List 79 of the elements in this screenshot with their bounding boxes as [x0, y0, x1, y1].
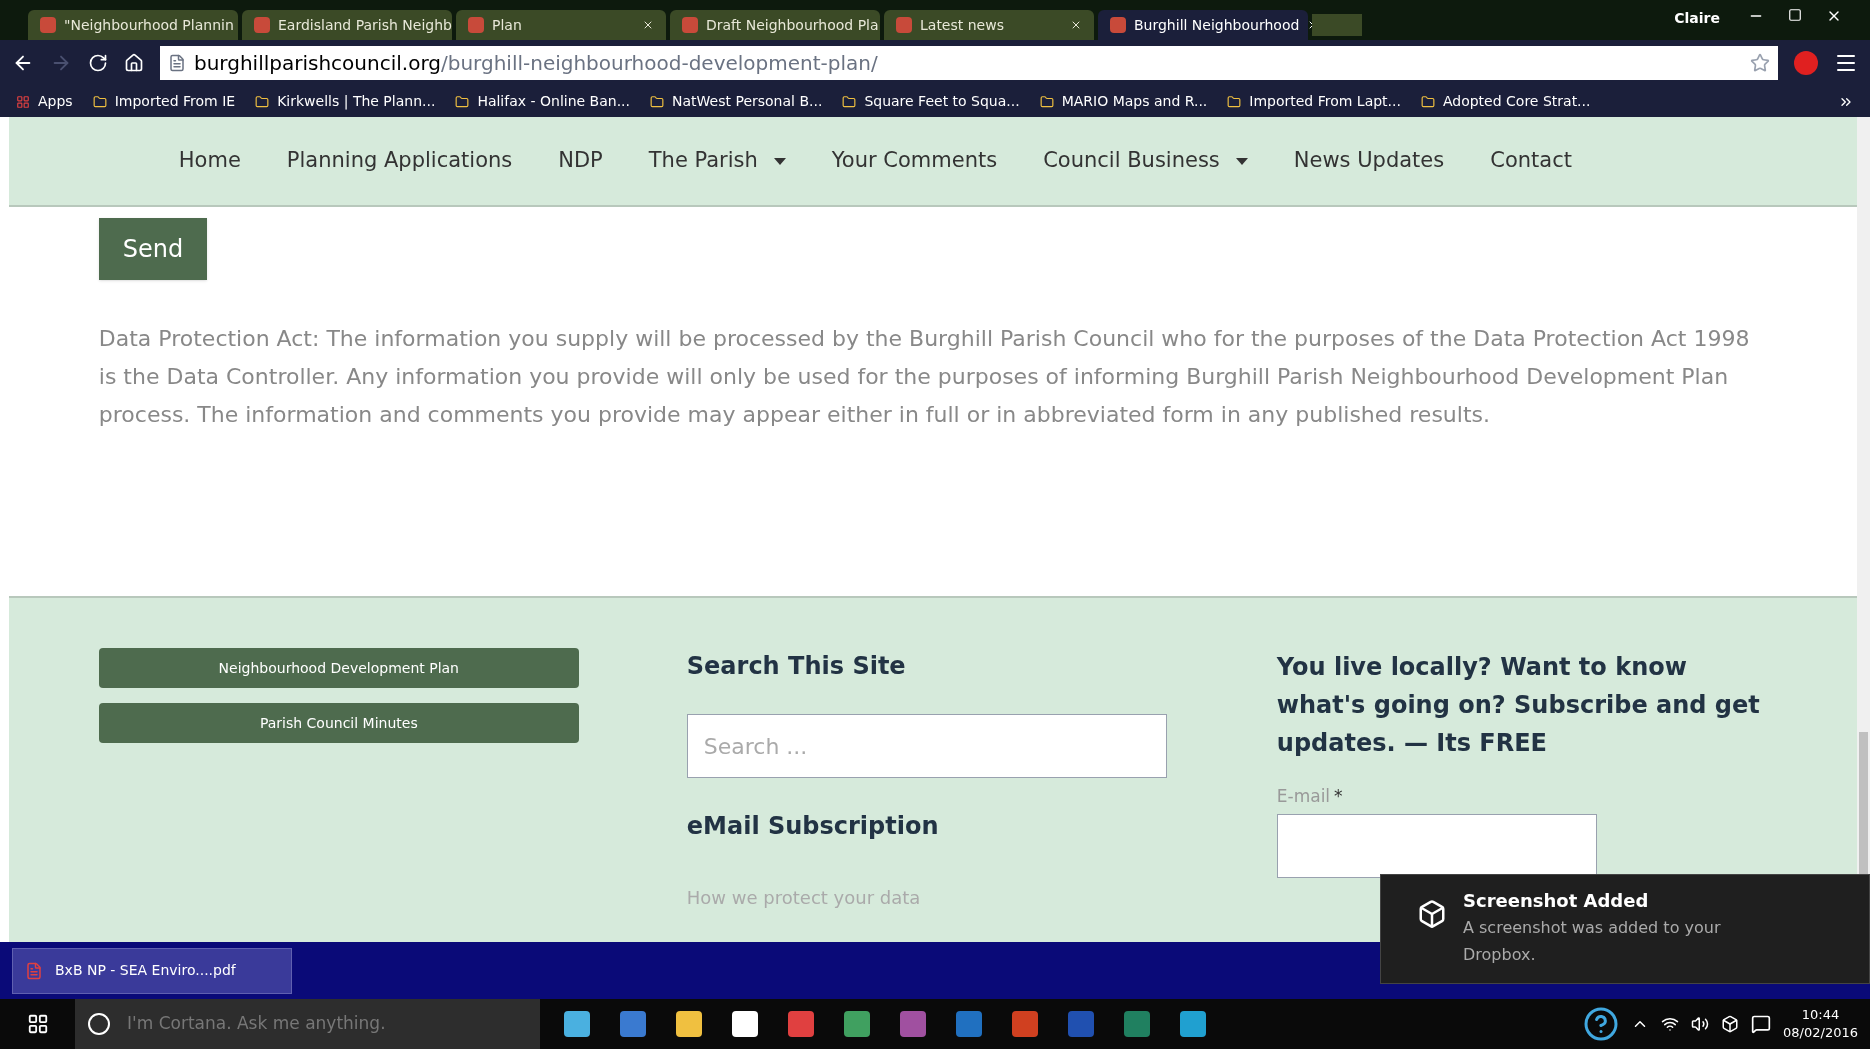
favicon-icon	[896, 17, 912, 33]
bookmark-item[interactable]: NatWest Personal B...	[650, 91, 823, 112]
caret-icon	[1235, 157, 1248, 165]
footer-link-button[interactable]: Parish Council Minutes	[98, 703, 579, 743]
help-icon[interactable]	[1583, 1006, 1620, 1042]
tab-title: Eardisland Parish Neighb	[278, 15, 452, 35]
nav-link[interactable]: NDP	[558, 145, 603, 177]
bookmark-item[interactable]: Halifax - Online Ban...	[455, 91, 631, 112]
profile-name[interactable]: Claire	[1674, 8, 1720, 29]
tab-title: Latest news	[920, 15, 1005, 35]
clock-date: 08/02/2016	[1783, 1024, 1858, 1042]
pdf-file-icon	[25, 961, 43, 980]
browser-tab[interactable]: Latest news	[884, 10, 1094, 40]
star-icon[interactable]	[1750, 53, 1770, 73]
bookmark-item[interactable]: MARIO Maps and R...	[1039, 91, 1208, 112]
browser-tab[interactable]: Plan	[456, 10, 666, 40]
browser-tab[interactable]: Eardisland Parish Neighb	[242, 10, 452, 40]
nav-link[interactable]: Home	[178, 145, 241, 177]
bookmark-item[interactable]: Apps	[16, 91, 73, 112]
bookmark-item[interactable]: Square Feet to Squa...	[842, 91, 1020, 112]
browser-tab[interactable]: "Neighbourhood Plannin	[28, 10, 238, 40]
notification-title: Screenshot Added	[1463, 889, 1650, 913]
bookmark-item[interactable]: Kirkwells | The Plann...	[255, 91, 436, 112]
notification-body: A screenshot was added to your Dropbox.	[1463, 917, 1722, 966]
extension-icon[interactable]	[1794, 51, 1818, 75]
folder-icon	[92, 94, 107, 109]
search-field[interactable]: Search ...	[686, 714, 1167, 778]
nav-link[interactable]: The Parish	[648, 145, 786, 177]
favicon-icon	[254, 17, 270, 33]
favicon-icon	[1110, 17, 1126, 33]
folder-icon	[455, 94, 470, 109]
speaker-icon[interactable]	[1691, 1015, 1710, 1033]
required-mark: *	[1334, 785, 1343, 808]
subscribe-text: You live locally? Want to know what's going on? Subscribe and get updates. — Its FREE	[1276, 652, 1761, 759]
data-protection-text: Data Protection Act: The information you supply will be processed by the Burghill Parish Council who for the purposes of the Data Protection Act 1998 is the Data Controller. Any information you provide will only be used for the purposes of informing Burghill Parish Neighbourhood Development Plan process. The information and comments you provide may appear either in full or in abbreviated form in any published results.	[98, 325, 1751, 429]
folder-icon	[1227, 94, 1242, 109]
nav-link[interactable]: News Updates	[1293, 145, 1445, 177]
nav-link[interactable]: Council Business	[1043, 145, 1248, 177]
browser-tab[interactable]: Draft Neighbourhood Pla	[670, 10, 880, 40]
windows-icon	[26, 1013, 49, 1035]
home-icon[interactable]	[124, 53, 144, 73]
close-icon[interactable]	[642, 19, 654, 31]
close-icon[interactable]	[1070, 19, 1082, 31]
tab-title: Plan	[492, 15, 523, 35]
send-button[interactable]: Send	[98, 218, 208, 280]
email-field[interactable]	[1276, 813, 1597, 878]
bookmark-item[interactable]: Imported From Lapt...	[1227, 91, 1401, 112]
nav-link[interactable]: Planning Applications	[286, 145, 513, 177]
nav-link[interactable]: Contact	[1490, 145, 1572, 177]
folder-icon	[842, 94, 857, 109]
folder-icon	[1420, 94, 1435, 109]
footer-link-button[interactable]: Neighbourhood Development Plan	[98, 648, 579, 688]
apps-grid-icon	[16, 94, 30, 109]
favicon-icon	[468, 17, 484, 33]
clock-time: 10:44	[1801, 1006, 1840, 1024]
download-item[interactable]: BxB NP - SEA Enviro....pdf	[12, 947, 292, 994]
network-icon[interactable]	[1661, 1015, 1680, 1033]
favicon-icon	[40, 17, 56, 33]
bookmark-item[interactable]: Imported From IE	[92, 91, 236, 112]
notifications-icon[interactable]	[1751, 1014, 1772, 1034]
bookmark-item[interactable]: Adopted Core Strat...	[1420, 91, 1591, 112]
folder-icon	[255, 94, 270, 109]
address-field[interactable]: burghillparishcouncil.org/burghill-neighbourhood-development-plan/	[160, 46, 1778, 80]
reload-icon[interactable]	[88, 53, 108, 73]
nav-link[interactable]: Your Comments	[831, 145, 998, 177]
restore-icon[interactable]	[1788, 8, 1802, 22]
email-subscription-title: eMail Subscription	[686, 811, 940, 842]
tab-title: Draft Neighbourhood Pla	[706, 15, 879, 35]
tab-title: Burghill Neighbourhood	[1134, 15, 1300, 35]
cortana-circle-icon	[87, 1012, 111, 1036]
caret-icon	[773, 157, 786, 165]
search-title: Search This Site	[686, 651, 907, 682]
page-icon	[168, 54, 186, 72]
email-label: E-mail	[1276, 785, 1331, 808]
folder-icon	[650, 94, 665, 109]
favicon-icon	[682, 17, 698, 33]
url-text: burghillparishcouncil.org/burghill-neighbourhood-development-plan/	[194, 50, 878, 77]
folder-icon	[1039, 94, 1054, 109]
tab-title: "Neighbourhood Plannin	[64, 15, 234, 35]
